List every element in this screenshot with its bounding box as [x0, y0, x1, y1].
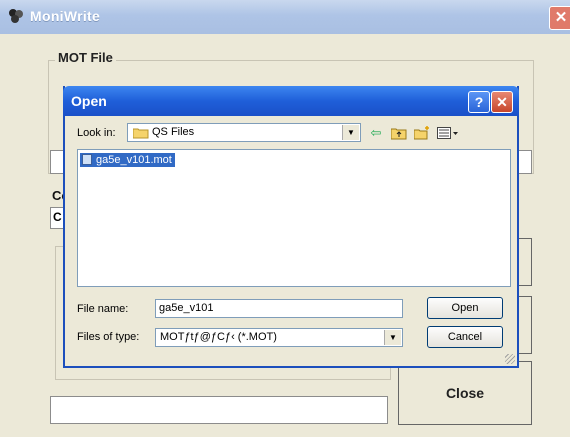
files-of-type-label: Files of type: [77, 331, 140, 343]
files-of-type-select[interactable]: MOTƒtƒ@ƒCƒ‹ (*.MOT) ▼ [155, 328, 403, 347]
file-name-label: File name: [77, 303, 129, 315]
com-port-value: C [53, 210, 62, 224]
look-in-value: QS Files [152, 126, 195, 138]
dialog-help-button[interactable]: ? [468, 91, 490, 113]
moniwrite-window: MoniWrite ✕ MOT File Co C Close Open ? ✕… [0, 0, 570, 437]
resize-grip[interactable] [505, 354, 515, 364]
dialog-title-bar: Open ? ✕ [63, 86, 519, 116]
window-close-button[interactable]: ✕ [549, 6, 570, 30]
chevron-down-icon[interactable]: ▼ [342, 125, 359, 140]
cancel-button[interactable]: Cancel [427, 326, 503, 348]
file-list-item[interactable]: ga5e_v101.mot [80, 153, 175, 167]
file-name: ga5e_v101.mot [96, 154, 172, 166]
look-in-label: Look in: [77, 127, 116, 139]
folder-icon [133, 128, 149, 139]
chevron-down-icon[interactable]: ▼ [384, 330, 401, 345]
open-file-dialog: Open ? ✕ Look in: QS Files ▼ ⇦ ga5e_v101… [63, 86, 519, 368]
title-bar: MoniWrite ✕ [0, 0, 570, 34]
look-in-select[interactable]: QS Files ▼ [127, 123, 361, 142]
new-folder-icon[interactable] [414, 126, 430, 140]
file-list[interactable]: ga5e_v101.mot [77, 149, 511, 287]
status-field [50, 396, 388, 424]
close-button[interactable]: Close [398, 361, 532, 425]
back-arrow-icon[interactable]: ⇦ [369, 126, 383, 140]
up-folder-icon[interactable] [391, 126, 407, 140]
dialog-title: Open [71, 93, 107, 109]
window-title: MoniWrite [30, 8, 101, 24]
open-button[interactable]: Open [427, 297, 503, 319]
file-name-input[interactable]: ga5e_v101 [155, 299, 403, 318]
mot-file-legend: MOT File [55, 50, 116, 65]
com-port-select[interactable]: C [50, 207, 64, 229]
view-menu-icon[interactable] [437, 126, 459, 140]
files-of-type-value: MOTƒtƒ@ƒCƒ‹ (*.MOT) [160, 331, 277, 343]
app-logo-icon [9, 9, 23, 23]
dialog-close-button[interactable]: ✕ [491, 91, 513, 113]
file-icon [82, 154, 92, 165]
